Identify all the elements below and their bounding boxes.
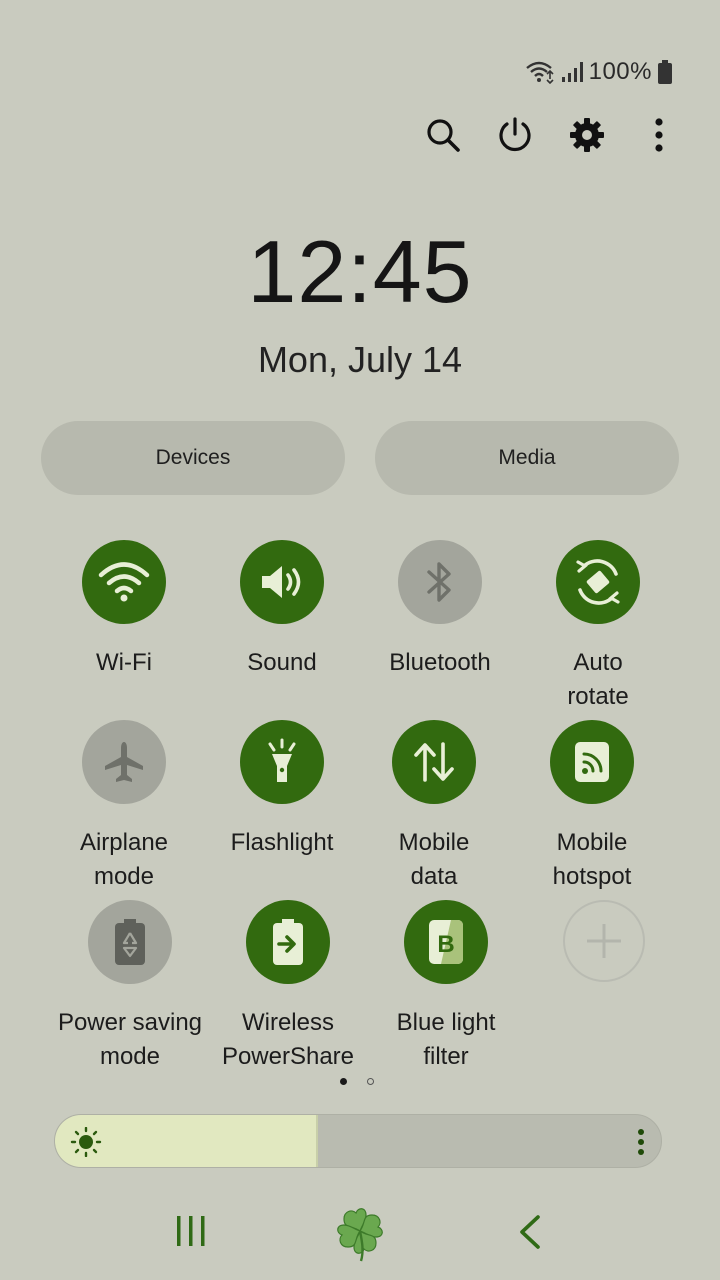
sun-icon [69, 1126, 103, 1162]
quick-panel-actions [424, 114, 678, 156]
battery-icon [658, 60, 672, 84]
tile-label: Auto rotate [567, 649, 629, 710]
tile-label: Blue light filter [396, 1009, 496, 1070]
wireless-powershare-icon[interactable] [246, 900, 330, 984]
media-button[interactable]: Media [375, 421, 679, 495]
tile-wifi[interactable]: Wi-Fi [45, 540, 203, 680]
bluetooth-icon[interactable] [398, 540, 482, 624]
more-vert-icon [655, 118, 663, 152]
settings-button[interactable] [568, 114, 606, 156]
navigation-bar [0, 1195, 720, 1270]
tile-power-saving[interactable]: Power saving mode [51, 900, 209, 1074]
tile-label: Flashlight [230, 829, 334, 856]
page-dot [367, 1078, 374, 1085]
blue-light-filter-icon[interactable]: B [404, 900, 488, 984]
wifi-calling-icon [525, 60, 555, 84]
tile-label: Bluetooth [389, 649, 491, 676]
home-clover-icon[interactable] [330, 1201, 390, 1268]
tile-mobile-data[interactable]: Mobile data [355, 720, 513, 894]
power-saving-icon[interactable] [88, 900, 172, 984]
tile-label: Mobile data [398, 829, 470, 890]
brightness-slider[interactable] [54, 1114, 662, 1168]
mobile-data-icon[interactable] [392, 720, 476, 804]
gear-icon [570, 118, 604, 152]
search-icon [427, 119, 460, 152]
power-button[interactable] [496, 114, 534, 156]
auto-rotate-icon[interactable] [556, 540, 640, 624]
tile-label: Sound [247, 649, 317, 676]
airplane-icon[interactable] [82, 720, 166, 804]
tile-mobile-hotspot[interactable]: Mobile hotspot [513, 720, 671, 894]
signal-icon [561, 61, 583, 83]
tile-blue-light-filter[interactable]: B Blue light filter [367, 900, 525, 1074]
page-dot-active [340, 1078, 347, 1085]
tile-label: Wi-Fi [96, 649, 152, 676]
volume-icon[interactable] [240, 540, 324, 624]
battery-percent: 100% [588, 58, 652, 85]
hotspot-icon[interactable] [550, 720, 634, 804]
tile-bluetooth[interactable]: Bluetooth [361, 540, 519, 680]
tile-auto-rotate[interactable]: Auto rotate [519, 540, 677, 714]
recent-apps-icon[interactable] [176, 1215, 206, 1252]
svg-text:B: B [437, 931, 454, 958]
more-options-button[interactable] [640, 114, 678, 156]
flashlight-icon[interactable] [240, 720, 324, 804]
tile-label: Mobile hotspot [552, 829, 632, 890]
wifi-icon[interactable] [82, 540, 166, 624]
clock-time[interactable]: 12:45 [0, 222, 720, 322]
clock-date[interactable]: Mon, July 14 [0, 338, 720, 382]
tile-flashlight[interactable]: Flashlight [203, 720, 361, 860]
devices-button[interactable]: Devices [41, 421, 345, 495]
brightness-more-icon[interactable] [637, 1129, 645, 1160]
status-bar: 100% [525, 56, 672, 88]
power-icon [499, 117, 531, 152]
tile-add[interactable] [525, 900, 683, 982]
tile-label: Airplane mode [79, 829, 169, 890]
page-indicator [340, 1078, 374, 1085]
tile-label: Wireless PowerShare [221, 1009, 355, 1070]
back-icon[interactable] [518, 1215, 542, 1254]
tile-wireless-powershare[interactable]: Wireless PowerShare [209, 900, 367, 1074]
tile-label: Power saving mode [57, 1009, 203, 1070]
add-icon[interactable] [563, 900, 645, 982]
search-button[interactable] [424, 114, 462, 156]
tile-sound[interactable]: Sound [203, 540, 361, 680]
tile-airplane-mode[interactable]: Airplane mode [45, 720, 203, 894]
